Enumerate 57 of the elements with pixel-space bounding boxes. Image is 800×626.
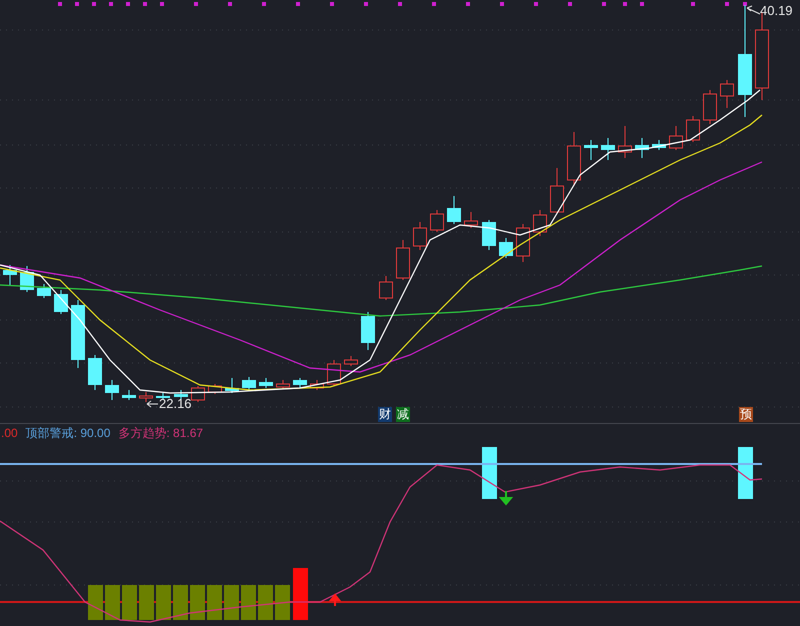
signal-bar [293, 568, 308, 620]
event-tag: 预 [739, 407, 753, 422]
candlestick [276, 380, 290, 390]
candlestick [720, 80, 734, 108]
leader-arrow-icon [146, 400, 158, 408]
candlestick [396, 240, 410, 280]
candlestick [533, 210, 547, 236]
candlestick [567, 132, 581, 186]
legend-value: .00 [1, 425, 18, 442]
legend-item: 多方趋势: 81.67 [118, 425, 204, 442]
candlestick [584, 140, 598, 160]
up-arrow-icon [330, 593, 340, 607]
candlestick [191, 386, 205, 402]
candlestick [259, 378, 273, 388]
signal-bar [482, 447, 497, 499]
candlestick [361, 312, 375, 350]
candlestick [550, 168, 564, 214]
candlestick [669, 126, 683, 150]
signal-bar [738, 447, 753, 499]
high-price-label: 40.19 [760, 4, 793, 17]
down-arrow-icon [500, 490, 512, 506]
candlestick [635, 138, 649, 158]
candlestick [20, 266, 34, 292]
candlestick [601, 138, 615, 160]
candlestick [618, 126, 632, 158]
event-tag: 减 [396, 407, 410, 422]
candlestick [156, 392, 170, 400]
candlestick [686, 116, 700, 142]
candlestick [344, 356, 358, 366]
leader-arrow-icon [746, 6, 760, 14]
candlestick [379, 276, 393, 300]
candlestick [37, 284, 51, 298]
candlestick [430, 210, 444, 232]
candlestick [105, 380, 119, 400]
candlestick [122, 390, 136, 400]
candlestick [208, 384, 222, 394]
candlestick [516, 224, 530, 262]
candlestick [499, 238, 513, 258]
candlestick [652, 140, 666, 150]
candlestick [482, 220, 496, 250]
low-price-label: 22.16 [159, 397, 192, 410]
candlestick [88, 354, 102, 390]
candlestick [71, 300, 85, 368]
candlestick [310, 380, 324, 390]
candlestick [3, 264, 17, 286]
candlestick [703, 90, 717, 124]
event-tag: 财 [378, 407, 392, 422]
candlestick [413, 222, 427, 250]
candlestick [447, 196, 461, 224]
candlestick [242, 376, 256, 390]
candlestick [293, 378, 307, 388]
candlestick [464, 212, 478, 228]
candlestick [139, 392, 153, 402]
candlestick [54, 290, 68, 314]
candlestick [174, 390, 188, 400]
candlestick [225, 378, 239, 394]
legend-item: 顶部警戒: 90.00 [26, 425, 110, 442]
